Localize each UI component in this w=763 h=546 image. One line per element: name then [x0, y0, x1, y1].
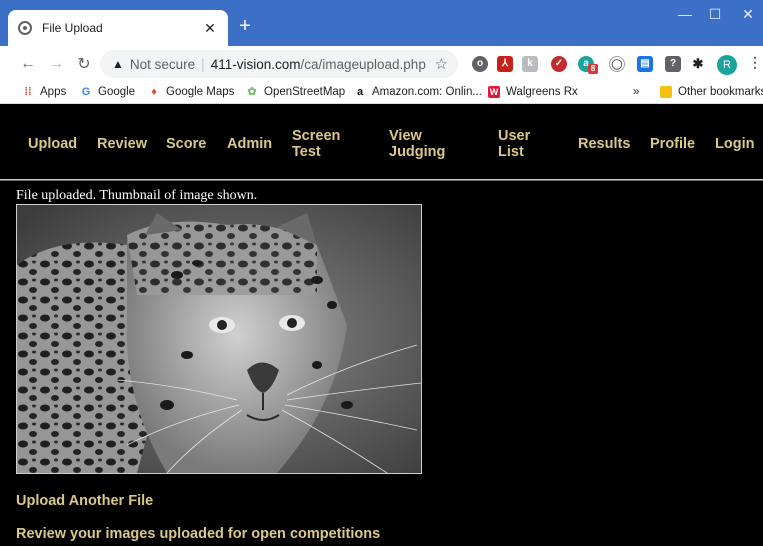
- bookmark-label: Google Maps: [166, 86, 235, 98]
- bookmarks-bar: ⁞⁞ Apps G Google ♦ Google Maps ✿ OpenStr…: [0, 82, 763, 104]
- url-path: /ca/imageupload.php: [300, 56, 426, 72]
- google-icon: G: [81, 86, 91, 98]
- nav-results[interactable]: Results: [578, 136, 630, 152]
- review-images-link[interactable]: Review your images uploaded for open com…: [16, 526, 380, 542]
- nav-admin[interactable]: Admin: [227, 136, 272, 152]
- maps-pin-icon: ♦: [151, 86, 157, 98]
- bookmark-label: Apps: [40, 86, 67, 98]
- nav-screen-test-line1: Screen: [292, 128, 341, 144]
- upload-another-link[interactable]: Upload Another File: [16, 493, 153, 509]
- nav-user-list-line1: User: [498, 128, 531, 144]
- extension-badge: 8: [588, 64, 598, 74]
- nav-user-list[interactable]: User List: [498, 128, 530, 160]
- address-bar[interactable]: ▲ Not secure | 411-vision.com/ca/imageup…: [100, 50, 458, 78]
- bookmark-google-maps[interactable]: ♦ Google Maps: [148, 86, 234, 98]
- globe-icon: [18, 21, 32, 35]
- nav-screen-test[interactable]: Screen Test: [292, 128, 340, 160]
- leopard-image: [17, 205, 421, 473]
- nav-upload[interactable]: Upload: [28, 136, 77, 152]
- url-host: 411-vision.com: [210, 56, 301, 72]
- close-window-icon[interactable]: ✕: [733, 6, 763, 23]
- amazon-icon: a: [356, 86, 364, 98]
- bookmark-label: Walgreens Rx: [506, 86, 578, 98]
- bookmark-walgreens[interactable]: W Walgreens Rx: [488, 86, 578, 98]
- nav-view-judging-line1: View: [389, 128, 422, 144]
- osm-icon: ✿: [247, 86, 257, 98]
- extension-puzzle-grey-icon[interactable]: k: [522, 56, 538, 72]
- shield-icon[interactable]: ✓: [551, 56, 567, 72]
- pdf-icon[interactable]: ⅄: [497, 56, 513, 72]
- bookmark-label: Amazon.com: Onlin...: [372, 86, 482, 98]
- extension-circle-icon[interactable]: o: [472, 56, 488, 72]
- bookmark-apps[interactable]: ⁞⁞ Apps: [22, 86, 66, 98]
- help-icon[interactable]: ?: [665, 56, 681, 72]
- uploaded-image-thumbnail: [16, 204, 422, 474]
- folder-icon: [660, 86, 672, 98]
- nav-screen-test-line2: Test: [292, 144, 321, 160]
- tab-title: File Upload: [42, 21, 103, 35]
- nav-score[interactable]: Score: [166, 136, 206, 152]
- close-tab-icon[interactable]: ✕: [202, 20, 218, 37]
- nav-divider: [0, 179, 763, 181]
- reload-icon[interactable]: ↻: [70, 54, 98, 74]
- apps-grid-icon: ⁞⁞: [24, 86, 32, 98]
- browser-tab[interactable]: File Upload ✕: [8, 10, 228, 46]
- nav-login[interactable]: Login: [715, 136, 754, 152]
- avatar[interactable]: R: [717, 55, 737, 75]
- nav-view-judging-line2: Judging: [389, 144, 446, 160]
- minimize-icon[interactable]: —: [670, 6, 700, 22]
- upload-status-message: File uploaded. Thumbnail of image shown.: [16, 188, 258, 203]
- site-nav: Upload Review Score Admin Screen Test Vi…: [0, 105, 763, 181]
- bookmark-other[interactable]: Other bookmarks: [660, 86, 763, 98]
- bookmark-google[interactable]: G Google: [80, 86, 135, 98]
- security-label: Not secure: [129, 56, 196, 72]
- puzzle-icon[interactable]: ✱: [690, 56, 706, 72]
- browser-toolbar: ← → ↻ ▲ Not secure | 411-vision.com/ca/i…: [0, 46, 763, 82]
- chevron-double-icon: »: [633, 86, 640, 98]
- forward-arrow-icon[interactable]: →: [42, 55, 70, 73]
- bookmark-amazon[interactable]: a Amazon.com: Onlin...: [354, 86, 482, 98]
- nav-user-list-line2: List: [498, 144, 524, 160]
- back-arrow-icon[interactable]: ←: [14, 55, 42, 73]
- tab-manager-icon[interactable]: ▤: [637, 56, 653, 72]
- kebab-menu-icon[interactable]: ⋮: [748, 54, 762, 71]
- bookmark-label: Google: [98, 86, 136, 98]
- nav-view-judging[interactable]: View Judging: [389, 128, 445, 160]
- browser-titlebar: File Upload ✕ + — ☐ ✕: [0, 0, 763, 46]
- page-content: Upload Review Score Admin Screen Test Vi…: [0, 105, 763, 546]
- url-separator: |: [201, 56, 205, 72]
- maximize-icon[interactable]: ☐: [700, 6, 730, 23]
- warning-triangle-icon[interactable]: ▲: [112, 57, 124, 71]
- nav-profile[interactable]: Profile: [650, 136, 695, 152]
- github-icon[interactable]: ◯: [609, 56, 625, 72]
- bookmark-label: Other bookmarks: [678, 86, 763, 98]
- bookmark-openstreetmap[interactable]: ✿ OpenStreetMap: [246, 86, 345, 98]
- nav-review[interactable]: Review: [97, 136, 147, 152]
- plus-icon[interactable]: +: [234, 16, 256, 36]
- star-icon[interactable]: ☆: [435, 55, 448, 73]
- bookmarks-overflow[interactable]: »: [633, 86, 639, 98]
- bookmark-label: OpenStreetMap: [264, 86, 346, 98]
- walgreens-icon: W: [488, 86, 500, 98]
